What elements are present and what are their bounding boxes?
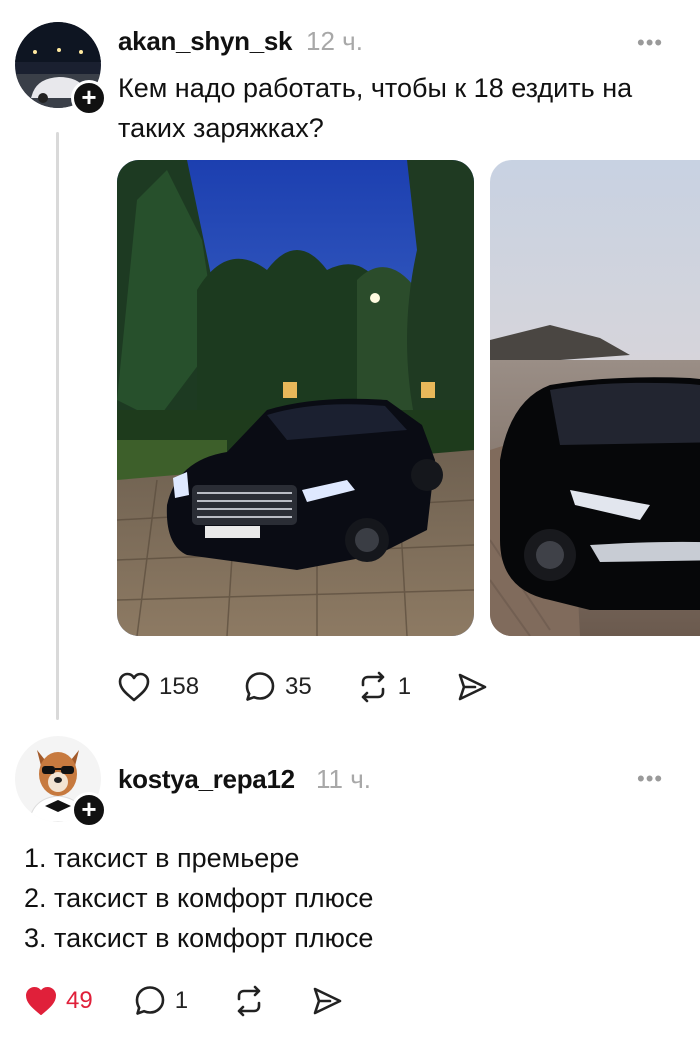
thread-post: + akan_shyn_sk 12 ч. ••• Кем надо работа… bbox=[0, 0, 700, 720]
repost-count: 1 bbox=[397, 673, 412, 700]
text-line: 3. таксист в комфорт плюсе bbox=[24, 923, 374, 953]
thread-connector-line bbox=[56, 132, 59, 720]
more-options-icon[interactable]: ••• bbox=[637, 766, 663, 792]
like-count: 158 bbox=[159, 673, 200, 700]
post-time: 12 ч. bbox=[306, 26, 363, 56]
post-image-2[interactable] bbox=[490, 160, 700, 636]
comment-button[interactable]: 35 bbox=[243, 670, 312, 704]
comment-count: 1 bbox=[174, 987, 189, 1014]
comment-icon bbox=[245, 672, 275, 701]
username[interactable]: akan_shyn_sk bbox=[118, 26, 292, 57]
like-button[interactable]: 49 bbox=[24, 985, 93, 1017]
text-line: 2. таксист в комфорт плюсе bbox=[24, 883, 374, 913]
share-button[interactable] bbox=[310, 984, 344, 1018]
heart-filled-icon bbox=[26, 987, 56, 1015]
post-time: 11 ч. bbox=[316, 764, 371, 794]
repost-icon bbox=[237, 985, 261, 1017]
share-icon bbox=[458, 673, 487, 701]
username[interactable]: kostya_repa12 bbox=[118, 764, 295, 795]
post-text: Кем надо работать, чтобы к 18 ездить на … bbox=[118, 73, 633, 143]
post-actions: 158 35 1 bbox=[117, 670, 533, 704]
repost-button[interactable]: 1 bbox=[356, 670, 411, 704]
follow-plus-button[interactable]: + bbox=[71, 80, 107, 116]
more-options-icon[interactable]: ••• bbox=[637, 30, 663, 56]
heart-icon bbox=[118, 672, 150, 702]
like-count: 49 bbox=[66, 987, 93, 1014]
post-text: 1. таксист в премьере 2. таксист в комфо… bbox=[24, 838, 674, 958]
comment-count: 35 bbox=[285, 673, 312, 700]
share-icon bbox=[313, 987, 342, 1015]
reply-post: + kostya_repa12 11 ч. ••• 1. таксист в п… bbox=[0, 720, 700, 1044]
repost-icon bbox=[361, 671, 385, 703]
post-image-1[interactable] bbox=[117, 160, 474, 636]
repost-button[interactable] bbox=[232, 984, 266, 1018]
comment-button[interactable]: 1 bbox=[133, 984, 188, 1018]
text-line: 1. таксист в премьере bbox=[24, 843, 300, 873]
follow-plus-button[interactable]: + bbox=[71, 792, 107, 828]
mercedes-s-class-photo bbox=[117, 160, 474, 636]
share-button[interactable] bbox=[455, 670, 489, 704]
post-actions: 49 1 bbox=[24, 984, 388, 1018]
toyota-camry-photo bbox=[490, 160, 700, 636]
like-button[interactable]: 158 bbox=[117, 671, 199, 703]
comment-icon bbox=[135, 986, 165, 1015]
